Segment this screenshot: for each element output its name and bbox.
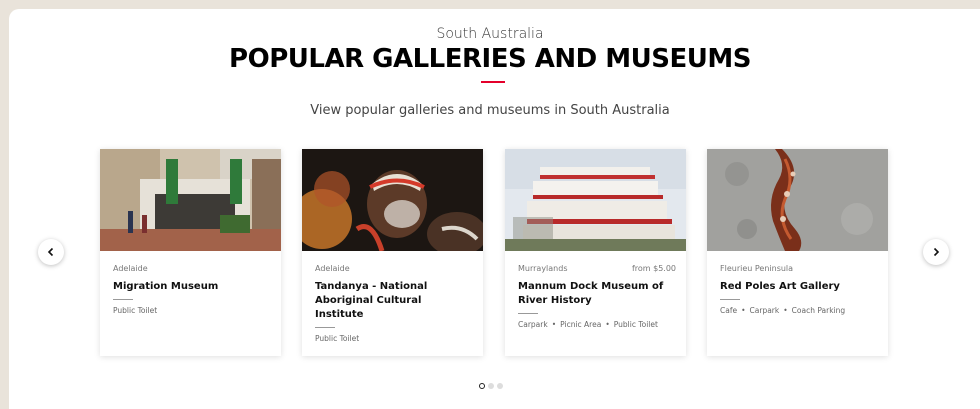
facility-separator: • xyxy=(741,306,746,315)
page-title: POPULAR GALLERIES AND MUSEUMS xyxy=(229,44,751,74)
title-divider xyxy=(481,81,505,83)
facility-item: Public Toilet xyxy=(315,334,360,343)
card-title[interactable]: Red Poles Art Gallery xyxy=(720,280,878,294)
facility-item: Public Toilet xyxy=(113,306,158,315)
pagination-dot-active[interactable] xyxy=(479,383,485,389)
card-mannum-dock[interactable]: Murraylands from $5.00 Mannum Dock Museu… xyxy=(505,149,686,356)
chevron-left-icon xyxy=(47,247,54,257)
chevron-right-icon xyxy=(933,247,940,257)
card-divider xyxy=(518,313,538,314)
card-facilities: Public Toilet xyxy=(315,334,473,343)
card-image[interactable] xyxy=(707,149,888,251)
facility-item: Cafe xyxy=(720,306,738,315)
carousel-next-button[interactable] xyxy=(923,239,949,265)
card-image[interactable] xyxy=(302,149,483,251)
card-title[interactable]: Migration Museum xyxy=(113,280,271,294)
carousel-pagination xyxy=(479,383,503,389)
facility-separator: • xyxy=(551,320,557,329)
card-image[interactable] xyxy=(100,149,281,251)
card-migration-museum[interactable]: Adelaide Migration Museum Public Toilet xyxy=(100,149,281,356)
card-divider xyxy=(720,299,740,300)
card-divider xyxy=(315,327,335,328)
card-location: Adelaide xyxy=(113,264,148,273)
card-title[interactable]: Mannum Dock Museum of River History xyxy=(518,280,676,308)
card-price: from $5.00 xyxy=(631,264,676,273)
page-subtitle: View popular galleries and museums in So… xyxy=(310,103,670,118)
facility-item: Carpark xyxy=(749,306,780,315)
facility-item: Coach Parking xyxy=(791,306,846,315)
facility-item: Public Toilet xyxy=(613,320,658,329)
facility-separator: • xyxy=(605,320,610,329)
facility-item: Picnic Area xyxy=(560,320,602,329)
facility-separator: • xyxy=(783,306,788,315)
facility-item: Carpark xyxy=(518,320,548,329)
card-tandanya[interactable]: Adelaide Tandanya - National Aboriginal … xyxy=(302,149,483,356)
region-label: South Australia xyxy=(436,26,544,42)
card-facilities: Public Toilet xyxy=(113,306,271,315)
card-location: Adelaide xyxy=(315,264,350,273)
pagination-dot[interactable] xyxy=(497,383,503,389)
card-facilities: Carpark • Picnic Area • Public Toilet xyxy=(518,320,676,329)
card-facilities: Cafe • Carpark • Coach Parking xyxy=(720,306,878,315)
pagination-dot[interactable] xyxy=(488,383,494,389)
card-title[interactable]: Tandanya - National Aboriginal Cultural … xyxy=(315,280,473,322)
carousel-prev-button[interactable] xyxy=(38,239,64,265)
card-image[interactable] xyxy=(505,149,686,251)
card-location: Fleurieu Peninsula xyxy=(720,264,794,273)
card-red-poles-art-gallery[interactable]: Fleurieu Peninsula Red Poles Art Gallery… xyxy=(707,149,888,356)
card-divider xyxy=(113,299,133,300)
card-location: Murraylands xyxy=(518,264,568,273)
